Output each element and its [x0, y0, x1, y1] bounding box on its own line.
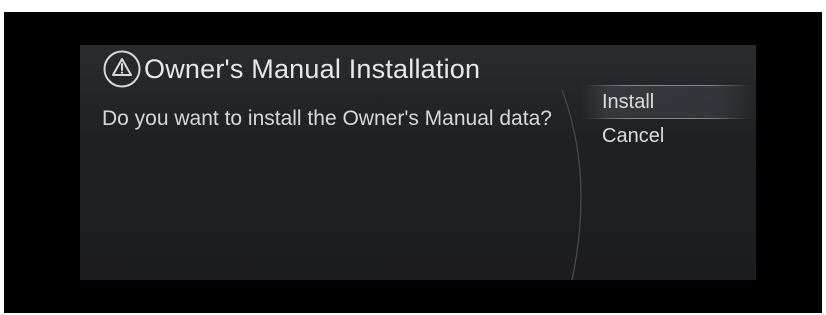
menu-divider — [561, 89, 582, 280]
dialog-header: Owner's Manual Installation — [102, 46, 480, 92]
display-screen: Owner's Manual Installation Do you want … — [4, 12, 822, 313]
dialog-title: Owner's Manual Installation — [144, 53, 481, 84]
dialog-message: Do you want to install the Owner's Manua… — [102, 107, 552, 130]
cancel-option[interactable]: Cancel — [580, 119, 756, 153]
installation-dialog: Owner's Manual Installation Do you want … — [80, 45, 756, 280]
warning-triangle-icon — [103, 50, 141, 88]
option-menu: Install Cancel — [580, 85, 756, 153]
install-option[interactable]: Install — [580, 85, 756, 119]
